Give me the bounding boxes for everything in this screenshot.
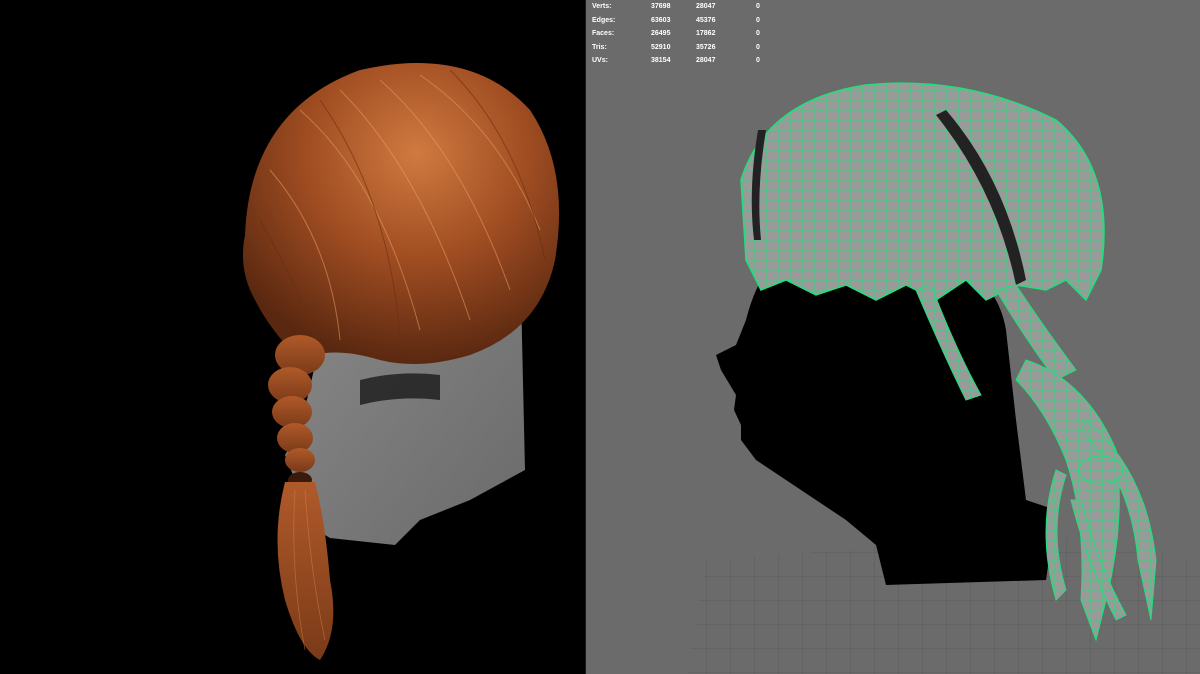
hud-label: Verts: xyxy=(592,3,612,10)
render-preview-panel xyxy=(0,0,585,674)
hud-label: Tris: xyxy=(592,43,607,51)
hud-row-faces: Faces: 26495 17862 0 xyxy=(592,27,772,41)
hair-comparison-screen: Verts: 37698 28047 0 Edges: 63603 45376 … xyxy=(0,0,1200,674)
hud-total: 52910 xyxy=(651,43,671,51)
hud-selected: 28047 xyxy=(696,57,716,64)
hud-selected: 45376 xyxy=(696,16,716,24)
hud-extra: 0 xyxy=(756,30,760,37)
wireframe-hair xyxy=(740,82,1105,302)
hud-row-verts: Verts: 37698 28047 0 xyxy=(592,0,772,14)
hud-label: Faces: xyxy=(592,30,615,37)
hud-selected: 35726 xyxy=(696,43,716,51)
hud-label: Edges: xyxy=(592,16,616,24)
hud-extra: 0 xyxy=(756,57,760,64)
hud-extra: 0 xyxy=(756,43,760,51)
hud-extra: 0 xyxy=(756,3,760,10)
hud-selected: 28047 xyxy=(696,3,716,10)
rendered-hair-image xyxy=(242,63,560,660)
hud-total: 63603 xyxy=(651,16,671,24)
hair-volume xyxy=(242,63,560,365)
viewport-scene xyxy=(686,82,1200,674)
hud-label: UVs: xyxy=(592,57,608,64)
hud-row-tris: Tris: 52910 35726 0 xyxy=(592,41,772,55)
hud-extra: 0 xyxy=(756,16,760,24)
hud-total: 37698 xyxy=(651,3,671,10)
hud-selected: 17862 xyxy=(696,30,716,37)
modeling-viewport[interactable]: Verts: 37698 28047 0 Edges: 63603 45376 … xyxy=(586,0,1200,674)
hud-row-edges: Edges: 63603 45376 0 xyxy=(592,14,772,28)
hud-row-uvs: UVs: 38154 28047 0 xyxy=(592,54,772,68)
poly-count-hud: Verts: 37698 28047 0 Edges: 63603 45376 … xyxy=(592,0,772,68)
hud-total: 38154 xyxy=(651,57,671,64)
hud-total: 26495 xyxy=(651,30,671,37)
